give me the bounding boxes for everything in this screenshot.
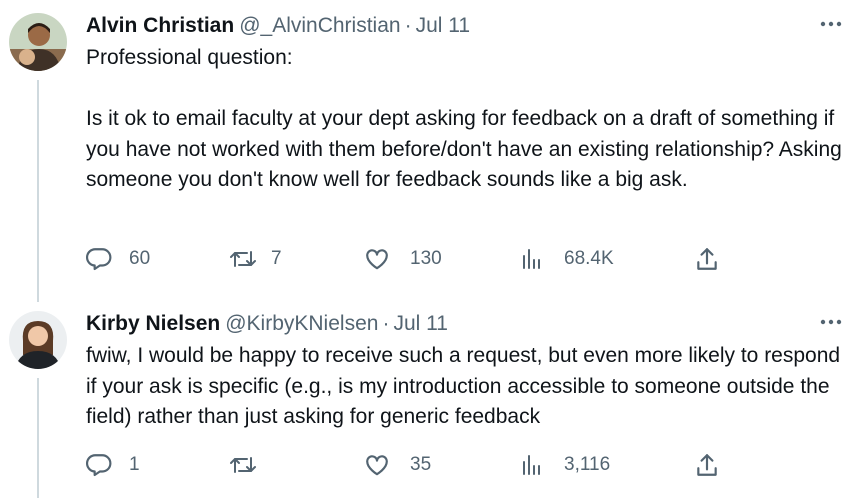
reply-icon — [86, 454, 112, 477]
share-icon — [697, 248, 717, 270]
separator: · — [404, 14, 412, 37]
separator: · — [382, 312, 390, 335]
retweet-icon — [230, 251, 256, 267]
tweet-date[interactable]: Jul 11 — [393, 310, 447, 338]
thread-connector — [37, 80, 39, 302]
author-name[interactable]: Kirby Nielsen — [86, 310, 220, 338]
like-count: 35 — [410, 454, 432, 475]
views-icon — [523, 455, 540, 475]
views-icon — [523, 249, 540, 269]
avatar-image — [9, 311, 67, 369]
like-button[interactable]: 130 — [364, 244, 442, 274]
more-options-button[interactable] — [816, 12, 846, 36]
share-button[interactable] — [694, 450, 720, 480]
tweet-text: fwiw, I would be happy to receive such a… — [86, 344, 846, 428]
avatar[interactable] — [9, 13, 67, 71]
tweet-actions: 1 35 3,116 — [86, 450, 746, 480]
retweet-icon — [230, 457, 256, 473]
views-count: 3,116 — [564, 454, 611, 475]
author-name[interactable]: Alvin Christian — [86, 12, 234, 40]
thread-connector — [37, 378, 39, 498]
avatar-image — [9, 13, 67, 71]
more-icon — [820, 21, 842, 27]
share-icon — [697, 454, 717, 476]
tweet[interactable]: Alvin Christian @_AlvinChristian · Jul 1… — [86, 12, 846, 196]
like-icon — [366, 249, 388, 270]
like-button[interactable]: 35 — [364, 450, 431, 480]
avatar[interactable] — [9, 311, 67, 369]
tweet-header: Alvin Christian @_AlvinChristian · Jul 1… — [86, 12, 846, 40]
reply-button[interactable]: 1 — [86, 450, 140, 480]
retweet-button[interactable]: 7 — [229, 244, 282, 274]
retweet-button[interactable] — [229, 450, 274, 480]
reply-button[interactable]: 60 — [86, 244, 150, 274]
like-count: 130 — [410, 248, 442, 269]
views-button[interactable]: 68.4K — [520, 244, 614, 274]
like-icon — [366, 455, 388, 476]
author-handle[interactable]: @_AlvinChristian — [239, 12, 400, 40]
more-icon — [820, 319, 842, 325]
reply-icon — [86, 248, 112, 271]
share-button[interactable] — [694, 244, 720, 274]
tweet-header: Kirby Nielsen @KirbyKNielsen · Jul 11 — [86, 310, 846, 338]
tweet[interactable]: Kirby Nielsen @KirbyKNielsen · Jul 11 fw… — [86, 310, 846, 433]
tweet-date[interactable]: Jul 11 — [416, 12, 470, 40]
views-count: 68.4K — [564, 248, 614, 269]
tweet-text: Professional question: Is it ok to email… — [86, 46, 842, 191]
reply-count: 1 — [129, 454, 140, 475]
views-button[interactable]: 3,116 — [520, 450, 610, 480]
retweet-count: 7 — [271, 248, 282, 269]
more-options-button[interactable] — [816, 310, 846, 334]
tweet-actions: 60 7 130 68.4K — [86, 244, 746, 274]
author-handle[interactable]: @KirbyKNielsen — [225, 310, 378, 338]
reply-count: 60 — [129, 248, 151, 269]
